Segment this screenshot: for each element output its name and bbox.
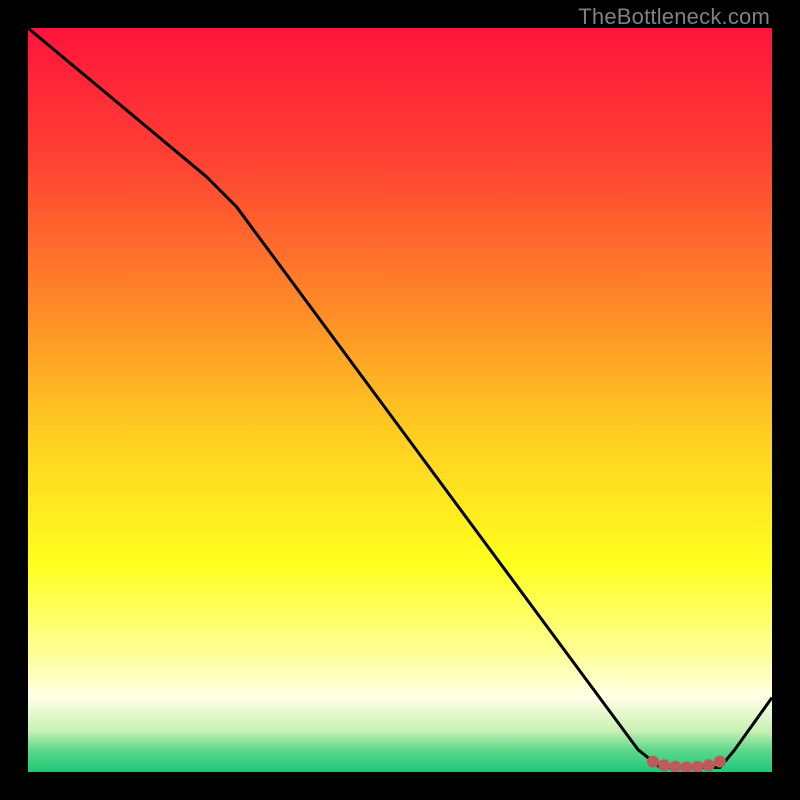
chart-svg (28, 28, 772, 772)
chart-frame: TheBottleneck.com (0, 0, 800, 800)
plot-area (28, 28, 772, 772)
minimum-marker (658, 759, 670, 771)
minimum-marker (647, 756, 659, 768)
gradient-background (28, 28, 772, 772)
minimum-marker (714, 756, 726, 768)
watermark-text: TheBottleneck.com (578, 4, 770, 30)
minimum-marker (703, 759, 715, 771)
